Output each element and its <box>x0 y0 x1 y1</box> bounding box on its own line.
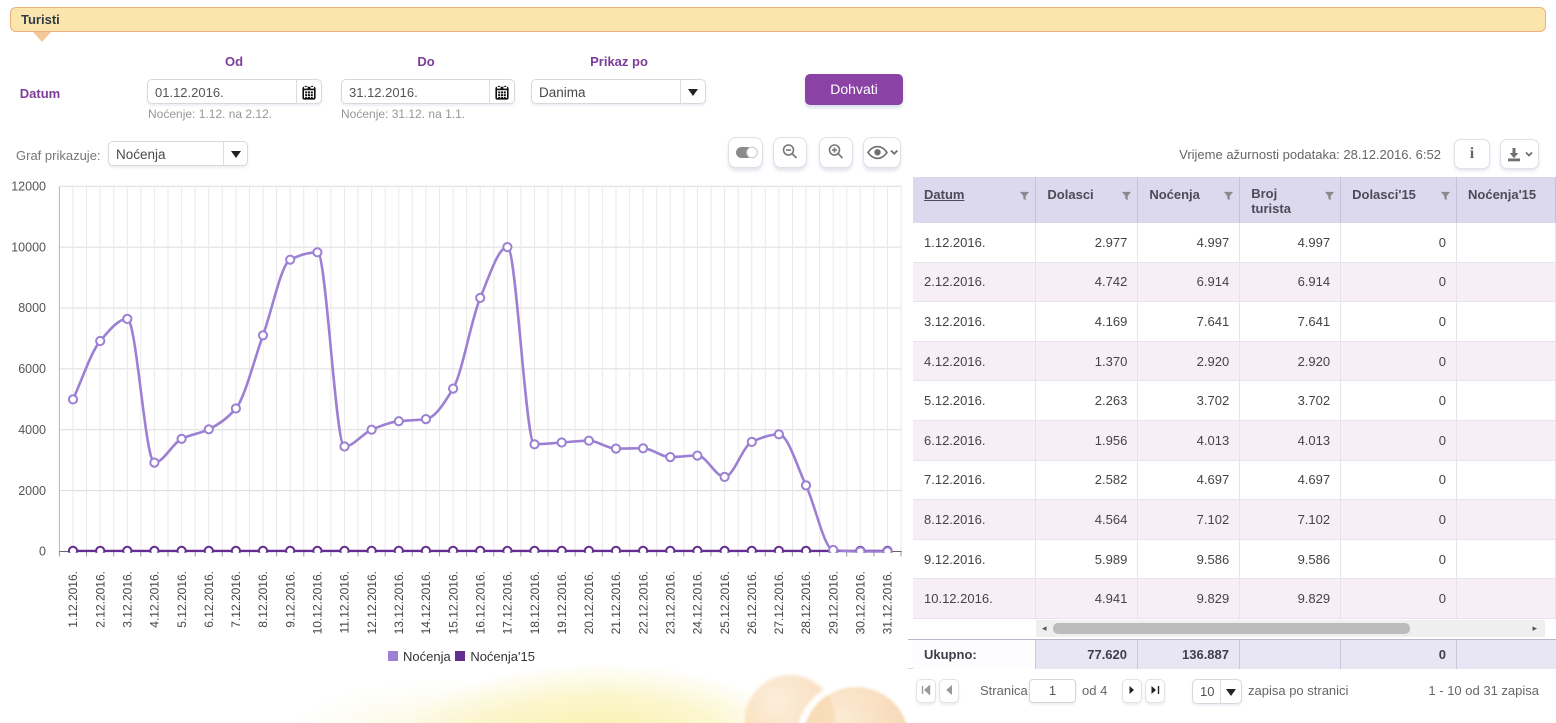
svg-text:27.12.2016.: 27.12.2016. <box>772 571 786 634</box>
svg-text:20.12.2016.: 20.12.2016. <box>582 571 596 634</box>
svg-text:19.12.2016.: 19.12.2016. <box>555 571 569 634</box>
svg-text:16.12.2016.: 16.12.2016. <box>473 571 487 634</box>
svg-text:29.12.2016.: 29.12.2016. <box>826 571 840 634</box>
svg-text:24.12.2016.: 24.12.2016. <box>691 571 705 634</box>
svg-text:6.12.2016.: 6.12.2016. <box>202 571 216 628</box>
svg-text:12000: 12000 <box>11 179 46 193</box>
svg-text:30.12.2016.: 30.12.2016. <box>854 571 868 634</box>
svg-text:6000: 6000 <box>18 362 46 376</box>
svg-text:2.12.2016.: 2.12.2016. <box>93 571 107 628</box>
svg-text:13.12.2016.: 13.12.2016. <box>392 571 406 634</box>
svg-text:21.12.2016.: 21.12.2016. <box>609 571 623 634</box>
svg-text:8.12.2016.: 8.12.2016. <box>256 571 270 628</box>
svg-text:9.12.2016.: 9.12.2016. <box>283 571 297 628</box>
svg-text:5.12.2016.: 5.12.2016. <box>175 571 189 628</box>
svg-text:14.12.2016.: 14.12.2016. <box>419 571 433 634</box>
svg-text:1.12.2016.: 1.12.2016. <box>66 571 80 628</box>
svg-text:12.12.2016.: 12.12.2016. <box>365 571 379 634</box>
svg-text:8000: 8000 <box>18 301 46 315</box>
svg-text:31.12.2016.: 31.12.2016. <box>881 571 895 634</box>
svg-text:4.12.2016.: 4.12.2016. <box>148 571 162 628</box>
svg-text:7.12.2016.: 7.12.2016. <box>229 571 243 628</box>
svg-text:18.12.2016.: 18.12.2016. <box>528 571 542 634</box>
svg-text:4000: 4000 <box>18 423 46 437</box>
svg-text:11.12.2016.: 11.12.2016. <box>338 571 352 634</box>
svg-text:28.12.2016.: 28.12.2016. <box>799 571 813 634</box>
svg-text:22.12.2016.: 22.12.2016. <box>636 571 650 634</box>
svg-text:3.12.2016.: 3.12.2016. <box>121 571 135 628</box>
svg-text:10000: 10000 <box>11 240 46 254</box>
svg-text:25.12.2016.: 25.12.2016. <box>718 571 732 634</box>
svg-text:0: 0 <box>39 545 46 559</box>
svg-text:10.12.2016.: 10.12.2016. <box>311 571 325 634</box>
svg-text:23.12.2016.: 23.12.2016. <box>664 571 678 634</box>
svg-text:17.12.2016.: 17.12.2016. <box>501 571 515 634</box>
svg-text:15.12.2016.: 15.12.2016. <box>446 571 460 634</box>
svg-text:2000: 2000 <box>18 484 46 498</box>
svg-text:26.12.2016.: 26.12.2016. <box>745 571 759 634</box>
